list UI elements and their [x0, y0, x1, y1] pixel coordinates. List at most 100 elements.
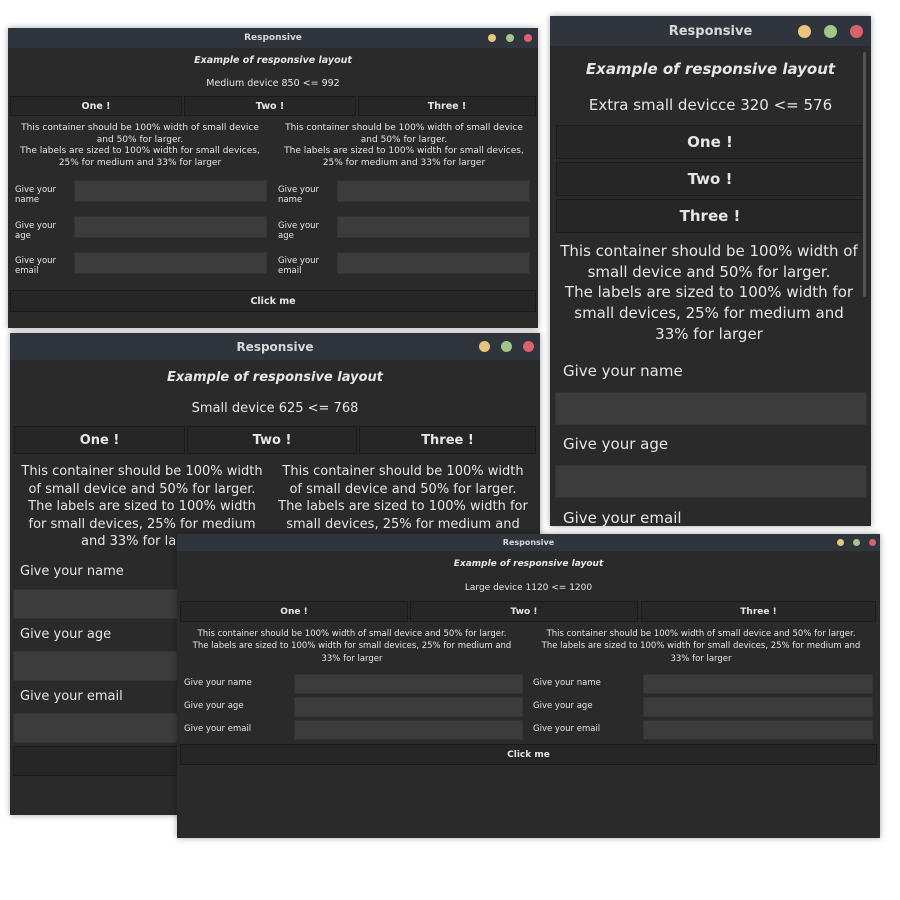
button-two[interactable]: Two !: [410, 601, 638, 622]
window-title: Responsive: [502, 538, 555, 547]
email-input[interactable]: [74, 252, 267, 274]
button-three-label: Three !: [740, 606, 777, 617]
name-input[interactable]: [337, 180, 530, 202]
container-text-line2: The labels are sized to 100% width for s…: [20, 146, 260, 169]
container-text-line2: The labels are sized to 100% width for s…: [564, 283, 854, 343]
button-one-label: One !: [81, 100, 111, 112]
age-label: Give your age: [278, 221, 320, 242]
maximize-button[interactable]: [853, 539, 860, 546]
click-me-button[interactable]: Click me: [180, 744, 877, 765]
name-label: Give your name: [184, 678, 252, 688]
age-label: Give your age: [563, 435, 669, 453]
container-text-line1: This container should be 100% width of s…: [285, 123, 523, 145]
close-button[interactable]: [524, 34, 532, 42]
close-button[interactable]: [869, 539, 876, 546]
name-input[interactable]: [74, 180, 267, 202]
container-text: This container should be 100% width of s…: [558, 241, 860, 344]
button-three-label: Three !: [427, 100, 467, 112]
age-input[interactable]: [643, 697, 873, 717]
email-label: Give your email: [15, 256, 57, 277]
minimize-button[interactable]: [798, 24, 811, 38]
heading: Example of responsive layout: [585, 60, 836, 78]
button-two-label: Two !: [252, 432, 292, 448]
age-label: Give your age: [184, 701, 244, 711]
button-two-label: Two !: [687, 170, 733, 188]
heading: Example of responsive layout: [167, 370, 383, 385]
button-one-label: One !: [280, 606, 308, 617]
minimize-button[interactable]: [479, 341, 490, 352]
button-three[interactable]: Three !: [641, 601, 876, 622]
window-large: Responsive Example of responsive layout …: [177, 534, 880, 838]
window-title: Responsive: [668, 23, 753, 39]
email-label: Give your email: [20, 689, 123, 704]
email-input[interactable]: [643, 720, 873, 740]
titlebar[interactable]: Responsive: [8, 28, 538, 48]
titlebar[interactable]: Responsive: [10, 333, 540, 360]
age-label: Give your age: [533, 701, 593, 711]
button-three-label: Three !: [679, 207, 741, 225]
age-input[interactable]: [555, 465, 867, 498]
age-input[interactable]: [337, 216, 530, 238]
device-label: Extra small devicce 320 <= 576: [588, 96, 833, 114]
container-text-line2: The labels are sized to 100% width for s…: [284, 146, 524, 169]
email-label: Give your email: [563, 509, 682, 526]
titlebar[interactable]: Responsive: [550, 16, 871, 46]
container-text-line2: The labels are sized to 100% width for s…: [541, 641, 861, 664]
age-label: Give your age: [20, 627, 112, 642]
name-input[interactable]: [555, 392, 867, 425]
name-input[interactable]: [643, 674, 873, 694]
email-input[interactable]: [337, 252, 530, 274]
close-button[interactable]: [523, 341, 534, 352]
button-three[interactable]: Three !: [359, 426, 536, 454]
email-label: Give your email: [278, 256, 320, 277]
click-me-button[interactable]: Click me: [10, 290, 536, 312]
titlebar[interactable]: Responsive: [177, 534, 880, 551]
container-text-right: This container should be 100% width of s…: [532, 628, 870, 665]
heading: Example of responsive layout: [194, 55, 352, 66]
button-three-label: Three !: [421, 432, 474, 448]
button-one-label: One !: [79, 432, 120, 448]
button-one[interactable]: One !: [556, 125, 864, 159]
name-label: Give your name: [563, 362, 683, 380]
container-text-line1: This container should be 100% width of s…: [21, 464, 263, 497]
button-three[interactable]: Three !: [358, 96, 536, 116]
container-text-line1: This container should be 100% width of s…: [282, 464, 524, 497]
age-input[interactable]: [294, 697, 523, 717]
minimize-button[interactable]: [837, 539, 844, 546]
click-me-label: Click me: [250, 295, 296, 307]
container-text-left: This container should be 100% width of s…: [14, 123, 266, 170]
button-two[interactable]: Two !: [187, 426, 357, 454]
button-one[interactable]: One !: [14, 426, 185, 454]
button-one[interactable]: One !: [10, 96, 182, 116]
container-text-line2: The labels are sized to 100% width for s…: [192, 641, 512, 664]
name-label: Give your name: [533, 678, 601, 688]
maximize-button[interactable]: [501, 341, 512, 352]
button-two[interactable]: Two !: [184, 96, 356, 116]
window-extra-small: Responsive Example of responsive layout …: [550, 16, 871, 526]
window-medium: Responsive Example of responsive layout …: [8, 28, 538, 328]
container-text-left: This container should be 100% width of s…: [183, 628, 521, 665]
button-two-label: Two !: [255, 100, 285, 112]
button-two[interactable]: Two !: [556, 162, 864, 196]
minimize-button[interactable]: [488, 34, 496, 42]
container-text-line1: This container should be 100% width of s…: [21, 123, 259, 145]
maximize-button[interactable]: [506, 34, 514, 42]
button-three[interactable]: Three !: [556, 199, 864, 233]
name-input[interactable]: [294, 674, 523, 694]
container-text-line1: This container should be 100% width of s…: [560, 242, 858, 281]
name-label: Give your name: [15, 185, 57, 206]
maximize-button[interactable]: [824, 24, 837, 38]
age-input[interactable]: [74, 216, 267, 238]
age-label: Give your age: [15, 221, 57, 242]
device-label: Small device 625 <= 768: [191, 401, 359, 416]
close-button[interactable]: [850, 24, 863, 38]
container-text-line1: This container should be 100% width of s…: [546, 629, 856, 639]
email-label: Give your email: [533, 724, 601, 734]
window-title: Responsive: [236, 339, 314, 354]
email-input[interactable]: [294, 720, 523, 740]
button-one-label: One !: [687, 133, 733, 151]
vertical-scrollbar[interactable]: [863, 52, 866, 297]
button-two-label: Two !: [510, 606, 538, 617]
heading: Example of responsive layout: [453, 559, 604, 569]
button-one[interactable]: One !: [180, 601, 408, 622]
